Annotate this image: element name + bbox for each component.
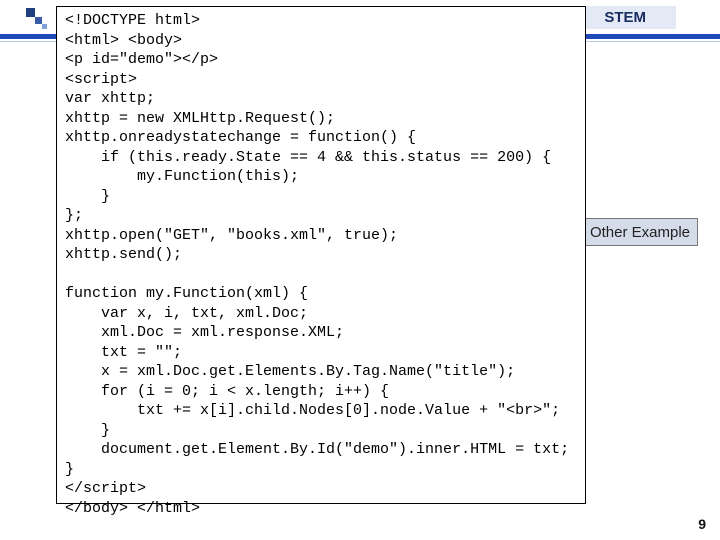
page-number: 9 xyxy=(698,516,706,532)
callout-other-example: Other Example xyxy=(582,218,698,246)
code-box: <!DOCTYPE html> <html> <body> <p id="dem… xyxy=(56,6,586,504)
code-content: <!DOCTYPE html> <html> <body> <p id="dem… xyxy=(65,11,577,518)
